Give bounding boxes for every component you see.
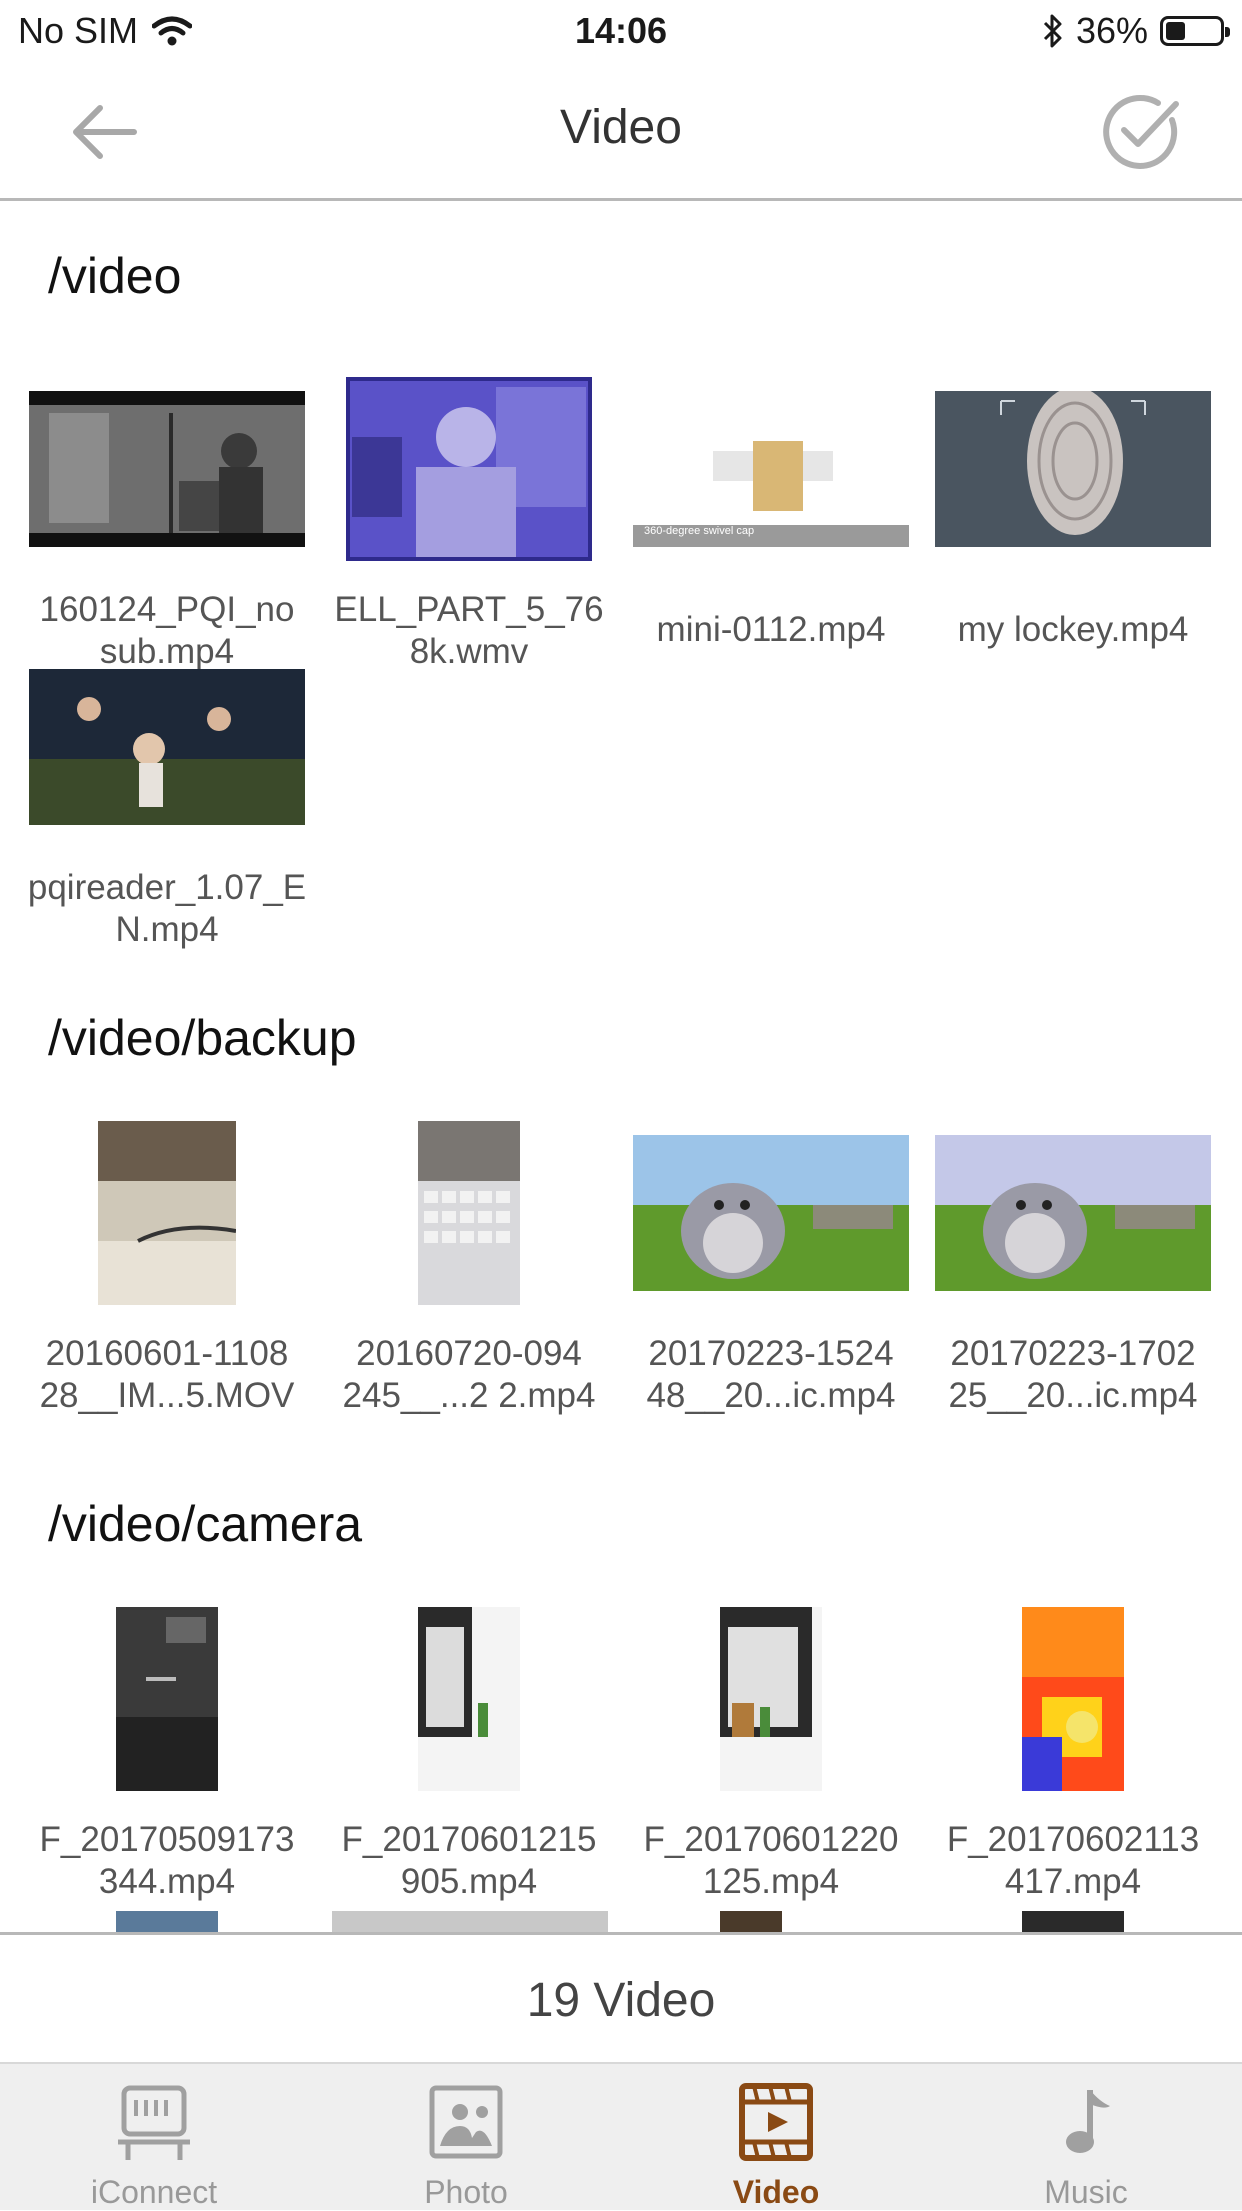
video-thumbnail[interactable] [1022, 1911, 1124, 1932]
video-thumbnail-image [935, 391, 1211, 547]
video-thumbnail[interactable] [332, 1911, 608, 1932]
video-thumbnail[interactable] [720, 1911, 782, 1932]
tab-bar: iConnect Photo Video Music [0, 2062, 1242, 2210]
photo-icon [429, 2085, 503, 2159]
file-name: F_20170509173 [39, 1820, 295, 1859]
tab-iconnect[interactable]: iConnect [34, 2064, 274, 2210]
video-thumbnail [620, 1599, 922, 1799]
section-title: /video/camera [48, 1496, 363, 1552]
section-title: /video/backup [48, 1010, 357, 1066]
video-thumbnail [318, 369, 620, 569]
bluetooth-icon [1043, 14, 1062, 48]
video-thumbnail [16, 1113, 318, 1313]
video-thumbnail [922, 369, 1224, 569]
video-thumbnail-image [1022, 1607, 1124, 1791]
file-name: 245__...2 2.mp4 [342, 1376, 596, 1415]
file-name: F_20170601220 [643, 1820, 899, 1859]
file-name: 28__IM...5.MOV [39, 1376, 295, 1415]
video-thumbnail [922, 1113, 1224, 1313]
video-thumbnail [922, 1599, 1224, 1799]
file-name: 417.mp4 [1004, 1862, 1142, 1901]
file-name: 20160601-1108 [45, 1334, 289, 1373]
file-name: 48__20...ic.mp4 [646, 1376, 896, 1415]
file-name: 20160720-094 [356, 1334, 582, 1373]
file-name: 8k.wmv [409, 632, 529, 671]
video-thumbnail-image [418, 1121, 520, 1305]
video-thumbnail [16, 647, 318, 847]
video-thumbnail-image [116, 1607, 218, 1791]
video-thumbnail [318, 1113, 620, 1313]
video-thumbnail [620, 1113, 922, 1313]
music-note-icon [1066, 2090, 1110, 2153]
file-name: F_20170601215 [341, 1820, 597, 1859]
file-name: 905.mp4 [400, 1862, 538, 1901]
file-name: mini-0112.mp4 [656, 610, 886, 649]
tab-music[interactable]: Music [966, 2064, 1206, 2210]
nav-bar: Video [0, 62, 1242, 201]
video-thumbnail-image [633, 1135, 909, 1291]
file-name: 160124_PQI_no [39, 590, 295, 629]
video-thumbnail-image [98, 1121, 236, 1305]
section-title: /video [48, 248, 182, 304]
video-count-bar: 19 Video [0, 1932, 1242, 2065]
file-name: 25__20...ic.mp4 [948, 1376, 1198, 1415]
video-thumbnail [318, 1599, 620, 1799]
tab-video[interactable]: Video [656, 2064, 896, 2210]
video-count: 19 Video [526, 1974, 716, 2027]
tab-label: Video [732, 2174, 820, 2210]
battery-percent: 36% [1075, 10, 1148, 51]
battery-icon [1160, 16, 1230, 46]
iconnect-icon [118, 2085, 190, 2160]
file-name: 20170223-1524 [648, 1334, 894, 1373]
video-list[interactable]: /video 160124_PQI_no sub.mp4 ELL_PART_5_… [0, 201, 1242, 1932]
video-thumbnail-image [29, 391, 305, 547]
file-name: my lockey.mp4 [957, 610, 1189, 649]
video-thumbnail-image [29, 669, 305, 825]
file-name: 20170223-1702 [950, 1334, 1196, 1373]
tab-label: Photo [424, 2174, 508, 2210]
status-bar: No SIM 14:06 36% [0, 0, 1242, 62]
file-name: ELL_PART_5_76 [334, 590, 604, 629]
tab-photo[interactable]: Photo [346, 2064, 586, 2210]
file-name: pqireader_1.07_E [27, 868, 307, 907]
tab-label: iConnect [90, 2174, 218, 2210]
thumbnail-caption: 360-degree swivel cap [644, 525, 755, 537]
video-thumbnail[interactable] [116, 1911, 218, 1932]
video-thumbnail-image [418, 1607, 520, 1791]
video-thumbnail [16, 1599, 318, 1799]
video-thumbnail: 360-degree swivel cap [620, 369, 922, 569]
tab-label: Music [1044, 2174, 1128, 2210]
page-title: Video [560, 101, 682, 154]
video-thumbnail-image [633, 391, 909, 547]
file-name: 125.mp4 [702, 1862, 840, 1901]
video-thumbnail [16, 369, 318, 569]
video-thumbnail-image [720, 1607, 822, 1791]
file-name: 344.mp4 [98, 1862, 236, 1901]
video-thumbnail-image [935, 1135, 1211, 1291]
select-check-icon[interactable] [1098, 90, 1182, 174]
video-thumbnail-image [346, 377, 592, 561]
video-icon [739, 2083, 813, 2161]
file-name: F_20170602113 [946, 1820, 1200, 1859]
file-name: N.mp4 [115, 910, 219, 949]
